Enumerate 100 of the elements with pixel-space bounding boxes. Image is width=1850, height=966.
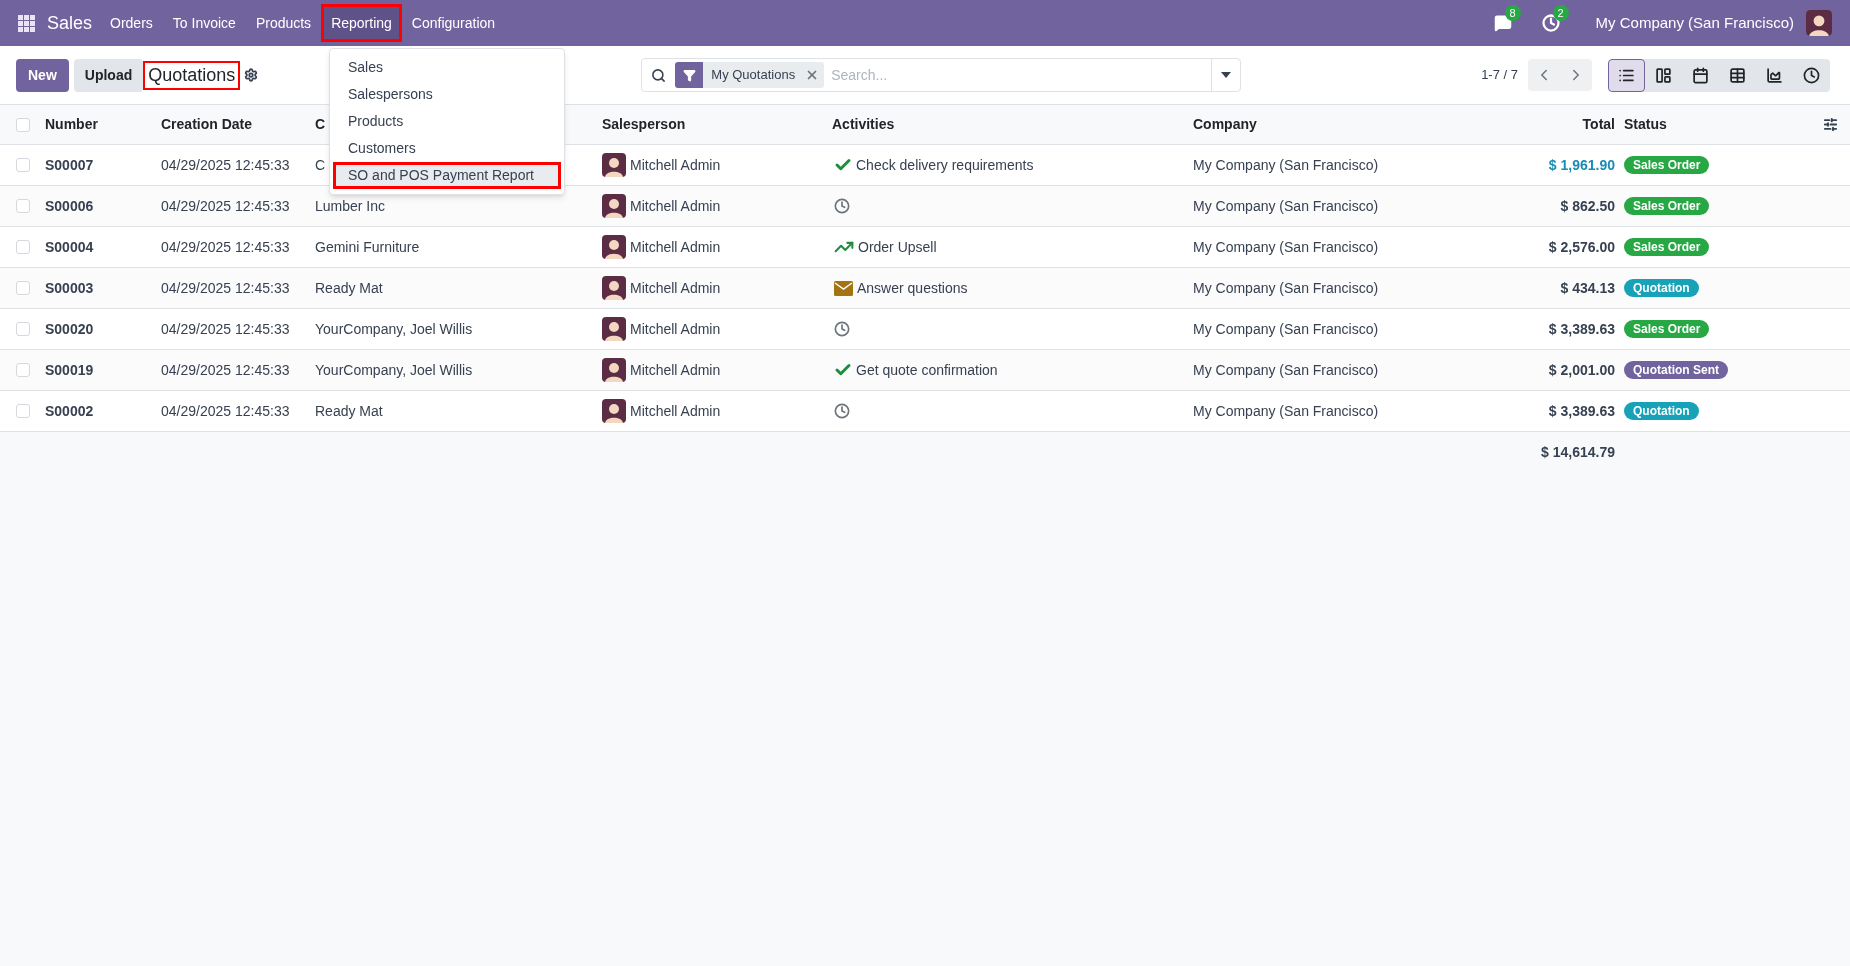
order-number: S00019 — [45, 360, 95, 380]
table-cell-text: 04/29/2025 12:45:33 — [161, 401, 291, 421]
row-checkbox[interactable] — [16, 281, 30, 295]
clock-icon[interactable] — [834, 321, 850, 337]
row-checkbox[interactable] — [16, 199, 30, 213]
search-bar[interactable]: My Quotations Search... — [641, 58, 1242, 92]
menu-item[interactable]: Salespersons — [333, 81, 561, 108]
company-name: My Company (San Francisco) — [1193, 360, 1380, 380]
avatar-icon — [602, 399, 626, 423]
company-name[interactable]: My Company (San Francisco) — [1595, 11, 1794, 35]
row-checkbox[interactable] — [16, 404, 30, 418]
salesperson-name: Mitchell Admin — [630, 360, 721, 380]
upload-button[interactable]: Upload — [73, 58, 144, 92]
status-badge: Quotation — [1624, 279, 1699, 297]
avatar-icon — [602, 317, 626, 341]
column-header[interactable]: Activities — [832, 114, 895, 135]
salesperson-name: Mitchell Admin — [630, 237, 721, 257]
column-header[interactable]: Status — [1615, 114, 1810, 135]
column-header[interactable]: Total — [1480, 114, 1615, 135]
filter-facet: My Quotations — [703, 62, 825, 88]
customer-name: C — [315, 155, 326, 175]
status-badge: Sales Order — [1624, 320, 1710, 338]
customer-name: Ready Mat — [315, 278, 383, 298]
clock-icon[interactable] — [834, 403, 850, 419]
company-name: My Company (San Francisco) — [1193, 401, 1380, 421]
clock-icon[interactable] — [834, 198, 850, 214]
avatar-icon — [602, 194, 626, 218]
message-count-badge: 8 — [1504, 5, 1521, 21]
menu-tab[interactable]: To Invoice — [162, 4, 246, 42]
activity-summary: Answer questions — [857, 278, 968, 298]
menu-item[interactable]: Sales — [333, 54, 561, 81]
apps-menu-icon[interactable] — [18, 14, 35, 32]
menu-item[interactable]: Customers — [333, 135, 561, 162]
status-badge: Sales Order — [1624, 197, 1710, 215]
avatar-icon — [602, 235, 626, 259]
avatar-icon — [602, 358, 626, 382]
sliders-icon[interactable] — [1822, 117, 1838, 132]
order-total: $ 1,961.90 — [1547, 155, 1615, 175]
menu-item[interactable]: SO and POS Payment Report — [333, 162, 561, 189]
chat-icon[interactable] — [1493, 14, 1512, 32]
grand-total: $ 14,614.79 — [1540, 442, 1615, 462]
calendar-icon — [1692, 66, 1709, 84]
menu-tab[interactable]: Products — [245, 4, 322, 42]
pivot-table-icon — [1729, 66, 1746, 84]
order-total: $ 862.50 — [1559, 196, 1615, 216]
settings-icon[interactable] — [244, 68, 259, 82]
menu-item[interactable]: Products — [333, 108, 561, 135]
salesperson-name: Mitchell Admin — [630, 401, 721, 421]
new-button[interactable]: New — [16, 58, 69, 92]
menu-tab[interactable]: Reporting — [321, 4, 402, 42]
status-badge: Sales Order — [1624, 156, 1710, 174]
table-cell-text: 04/29/2025 12:45:33 — [161, 237, 291, 257]
order-total: $ 3,389.63 — [1547, 319, 1615, 339]
customer-name: YourCompany, Joel Willis — [315, 319, 473, 339]
salesperson-name: Mitchell Admin — [630, 319, 721, 339]
column-header[interactable]: C — [315, 114, 326, 135]
order-number: S00002 — [45, 401, 95, 421]
avatar-icon — [602, 153, 626, 177]
customer-name: Lumber Inc — [315, 196, 386, 216]
row-checkbox[interactable] — [16, 117, 30, 132]
table-cell-text: 04/29/2025 12:45:33 — [161, 278, 291, 298]
column-header[interactable]: Company — [1193, 114, 1257, 135]
order-total: $ 2,001.00 — [1547, 360, 1615, 380]
order-number: S00004 — [45, 237, 95, 257]
row-checkbox[interactable] — [16, 363, 30, 377]
activity-count-badge: 2 — [1552, 5, 1569, 21]
status-badge: Quotation — [1624, 402, 1699, 420]
search-field[interactable]: Search... — [831, 64, 1212, 86]
row-checkbox[interactable] — [16, 240, 30, 254]
clock-icon — [1803, 66, 1820, 84]
table-cell-text: 04/29/2025 12:45:33 — [161, 155, 291, 175]
user-avatar — [1806, 10, 1832, 36]
company-name: My Company (San Francisco) — [1193, 319, 1380, 339]
avatar-icon — [602, 276, 626, 300]
table-cell-text: 04/29/2025 12:45:33 — [161, 319, 291, 339]
customer-name: YourCompany, Joel Willis — [315, 360, 473, 380]
activity-summary: Get quote confirmation — [856, 360, 998, 380]
order-total: $ 2,576.00 — [1547, 237, 1615, 257]
column-header[interactable]: Number — [45, 114, 98, 135]
filter-icon — [682, 68, 696, 82]
view-switch-button[interactable] — [1608, 58, 1645, 92]
order-total: $ 3,389.63 — [1547, 401, 1615, 421]
pager-value[interactable]: 1-7 / 7 — [1481, 65, 1518, 85]
page-title: Quotations — [143, 60, 241, 90]
activity-summary: Order Upsell — [858, 237, 937, 257]
salesperson-name: Mitchell Admin — [630, 196, 721, 216]
activity-summary: Check delivery requirements — [856, 155, 1034, 175]
company-name: My Company (San Francisco) — [1193, 196, 1380, 216]
customer-name: Ready Mat — [315, 401, 383, 421]
menu-tab[interactable]: Configuration — [401, 4, 506, 42]
column-header[interactable]: Creation Date — [161, 114, 253, 135]
column-header[interactable]: Salesperson — [602, 114, 686, 135]
envelope-icon[interactable] — [834, 280, 853, 296]
table-cell-text: 04/29/2025 12:45:33 — [161, 196, 291, 216]
app-title[interactable]: Sales — [47, 9, 93, 37]
menu-tab[interactable]: Orders — [100, 4, 163, 42]
order-number: S00003 — [45, 278, 95, 298]
row-checkbox[interactable] — [16, 158, 30, 172]
row-checkbox[interactable] — [16, 322, 30, 336]
table-cell-text: 04/29/2025 12:45:33 — [161, 360, 291, 380]
